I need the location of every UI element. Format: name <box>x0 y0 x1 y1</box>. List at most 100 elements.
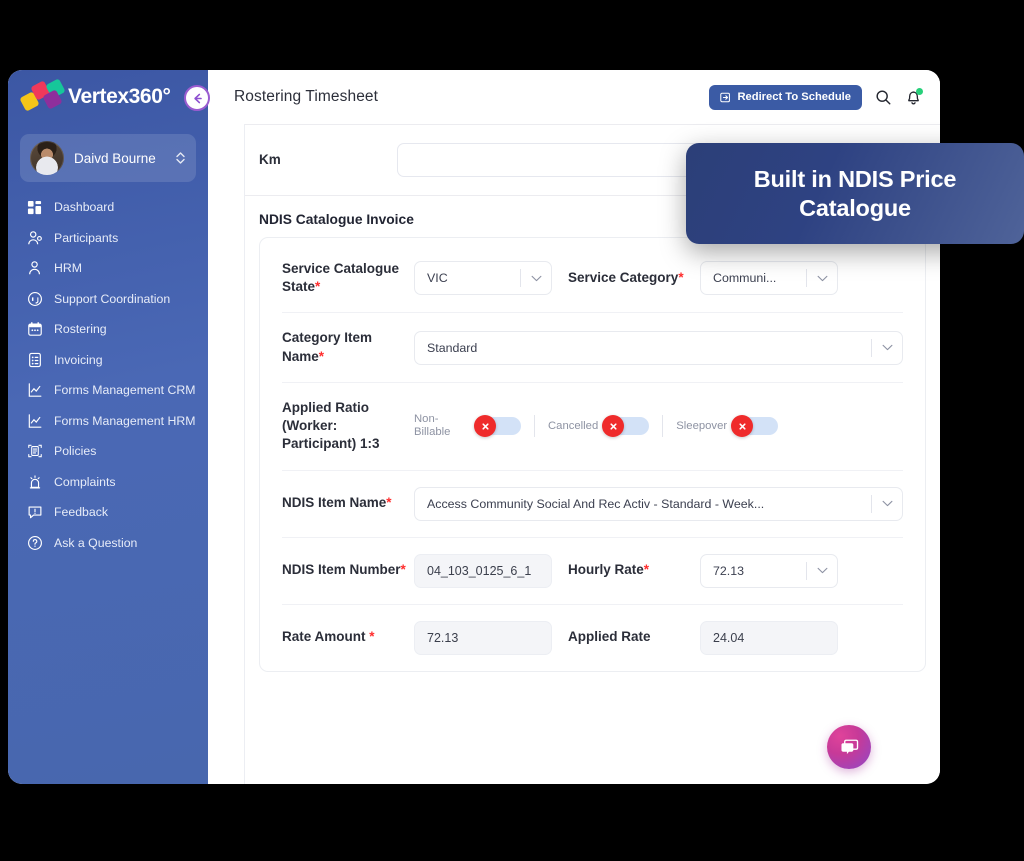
toggle-divider <box>662 415 664 438</box>
sidebar-item-label: Forms Management CRM <box>54 383 196 398</box>
sleepover-toggle-group: Sleepover <box>676 415 779 438</box>
label-text: Hourly Rate <box>568 562 644 578</box>
category-item-name-value: Standard <box>427 340 478 355</box>
sidebar-item-forms-management-hrm[interactable]: Forms Management HRM <box>8 406 208 437</box>
service-catalogue-state-select[interactable]: VIC <box>414 261 552 296</box>
sidebar-item-label: Invoicing <box>54 352 103 367</box>
required-asterisk: * <box>369 629 375 645</box>
chevron-down-icon <box>872 500 902 507</box>
label-text: Service Category <box>568 270 679 286</box>
topbar: Rostering Timesheet Redirect To Schedule <box>208 70 940 124</box>
sidebar-item-invoicing[interactable]: Invoicing <box>8 345 208 376</box>
ndis-item-name-select[interactable]: Access Community Social And Rec Activ - … <box>414 486 903 521</box>
callout-text: Built in NDIS Price Catalogue <box>753 165 957 221</box>
sidebar-item-label: HRM <box>54 261 83 276</box>
category-item-name-label: Category Item Name* <box>282 329 414 365</box>
sidebar-item-label: Support Coordination <box>54 291 171 306</box>
search-icon[interactable] <box>875 89 892 106</box>
chevron-down-icon <box>807 275 837 282</box>
non-billable-toggle[interactable] <box>474 415 521 438</box>
rate-amount-input[interactable]: 72.13 <box>414 620 552 655</box>
sleepover-toggle[interactable] <box>731 415 779 438</box>
sidebar-item-policies[interactable]: Policies <box>8 436 208 467</box>
sidebar-item-label: Policies <box>54 444 97 459</box>
sidebar-item-label: Forms Management HRM <box>54 413 196 428</box>
topbar-actions: Redirect To Schedule <box>709 84 940 110</box>
chart-line-icon <box>26 382 43 399</box>
profile-card[interactable]: Daivd Bourne <box>20 134 196 182</box>
redirect-to-schedule-label: Redirect To Schedule <box>737 91 851 103</box>
back-button[interactable] <box>184 85 210 111</box>
profile-name: Daivd Bourne <box>74 150 156 166</box>
sidebar-item-participants[interactable]: Participants <box>8 223 208 254</box>
rate-amount-label: Rate Amount * <box>282 628 414 646</box>
applied-rate-label: Applied Rate <box>568 629 651 645</box>
applied-rate-value: 24.04 <box>713 630 745 645</box>
category-item-name-select[interactable]: Standard <box>414 330 903 365</box>
sidebar: Vertex360° Daivd Bourne Dashboard Partic… <box>8 70 208 784</box>
hourly-rate-value: 72.13 <box>713 563 745 578</box>
hrm-person-icon <box>26 260 43 277</box>
service-category-label: Service Category* <box>568 269 700 287</box>
service-catalogue-state-label: Service Catalogue State* <box>282 260 414 296</box>
chevron-down-icon <box>807 567 837 574</box>
label-text: Category Item Name <box>282 330 373 364</box>
sidebar-item-rostering[interactable]: Rostering <box>8 314 208 345</box>
sidebar-item-label: Ask a Question <box>54 535 138 550</box>
toggle-group: Non-Billable Cancelled Sleepover <box>414 413 903 439</box>
sidebar-item-label: Feedback <box>54 505 109 520</box>
participants-people-icon <box>26 229 43 246</box>
up-down-chevron-icon[interactable] <box>175 150 186 166</box>
toggle-off-cross-icon <box>474 415 496 438</box>
avatar <box>30 141 64 175</box>
non-billable-label: Non-Billable <box>414 413 451 439</box>
rate-amount-row: Rate Amount * 72.13 Applied Rate 24.04 <box>260 605 925 671</box>
feedback-comment-icon <box>26 504 43 521</box>
ndis-item-number-input[interactable]: 04_103_0125_6_1 <box>414 553 552 588</box>
sidebar-item-forms-management-crm[interactable]: Forms Management CRM <box>8 375 208 406</box>
toggle-off-cross-icon <box>602 415 625 438</box>
applied-ratio-row: Applied Ratio (Worker: Participant) 1:3 … <box>260 383 925 470</box>
label-text: NDIS Item Number <box>282 562 401 578</box>
chat-bubble-icon <box>840 739 858 754</box>
service-state-category-row: Service Catalogue State* VIC Service Cat… <box>260 244 925 312</box>
rate-amount-value: 72.13 <box>427 630 459 645</box>
sidebar-item-dashboard[interactable]: Dashboard <box>8 192 208 223</box>
toggle-divider <box>534 415 535 438</box>
sidebar-item-support-coordination[interactable]: Support Coordination <box>8 284 208 315</box>
service-category-select[interactable]: Communi... <box>700 261 838 296</box>
required-asterisk: * <box>643 562 650 578</box>
invoice-document-icon <box>26 351 43 368</box>
sidebar-item-label: Participants <box>54 230 119 245</box>
question-circle-icon <box>26 534 43 551</box>
notifications[interactable] <box>905 88 923 106</box>
vertex-diamond-logo-icon <box>19 78 66 114</box>
sleepover-label: Sleepover <box>676 419 728 432</box>
headset-support-icon <box>26 290 43 307</box>
brand[interactable]: Vertex360° <box>8 70 208 124</box>
required-asterisk: * <box>678 270 684 286</box>
required-asterisk: * <box>400 562 406 578</box>
hourly-rate-label: Hourly Rate* <box>568 561 700 579</box>
applied-rate-input[interactable]: 24.04 <box>700 620 838 655</box>
chat-support-button[interactable] <box>827 725 871 769</box>
sidebar-item-complaints[interactable]: Complaints <box>8 467 208 498</box>
sidebar-item-feedback[interactable]: Feedback <box>8 497 208 528</box>
hourly-rate-select[interactable]: 72.13 <box>700 553 838 588</box>
ndis-item-name-label: NDIS Item Name* <box>282 494 414 512</box>
cancelled-toggle[interactable] <box>602 415 650 438</box>
cancelled-label: Cancelled <box>548 419 599 432</box>
toggle-off-cross-icon <box>731 415 754 438</box>
calendar-icon <box>26 321 43 338</box>
ndis-item-name-value: Access Community Social And Rec Activ - … <box>427 496 765 511</box>
chevron-down-icon <box>872 344 902 351</box>
redirect-to-schedule-button[interactable]: Redirect To Schedule <box>709 84 862 110</box>
ndis-item-number-row: NDIS Item Number* 04_103_0125_6_1 Hourly… <box>260 538 925 604</box>
sidebar-item-ask-a-question[interactable]: Ask a Question <box>8 528 208 559</box>
page-title: Rostering Timesheet <box>234 88 379 105</box>
sidebar-item-hrm[interactable]: HRM <box>8 253 208 284</box>
sidebar-item-label: Complaints <box>54 474 116 489</box>
dashboard-grid-icon <box>26 199 43 216</box>
label-text: Service Catalogue State <box>282 261 400 295</box>
policies-frame-icon <box>26 443 43 460</box>
